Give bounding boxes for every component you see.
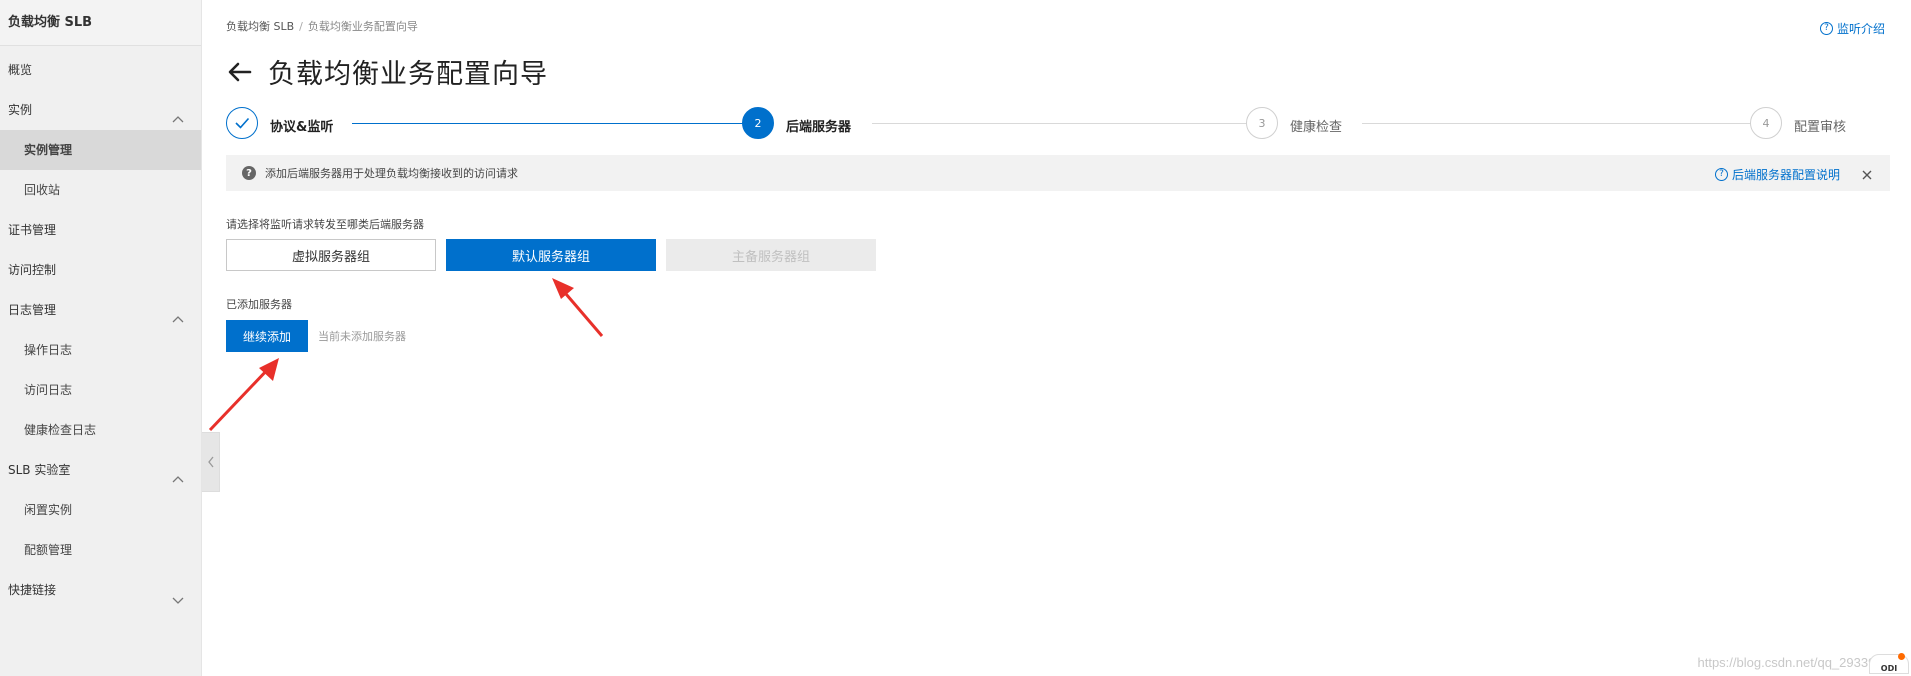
sidebar-item-label: 实例 <box>8 103 33 117</box>
sidebar: 负载均衡 SLB 概览 实例 实例管理 回收站 证书管理 访问控制 日志管理 操… <box>0 0 202 676</box>
sidebar-item-instance-management[interactable]: 实例管理 <box>0 130 201 170</box>
step-4-indicator: 4 <box>1750 107 1782 139</box>
empty-servers-text: 当前未添加服务器 <box>318 330 406 343</box>
sidebar-item-overview[interactable]: 概览 <box>0 50 201 90</box>
step-1-connector <box>352 123 750 124</box>
step-1-label: 协议&监听 <box>270 120 334 135</box>
step-1-check-icon <box>226 107 258 139</box>
page-header: 负载均衡业务配置向导 <box>226 52 548 91</box>
corner-badge: ODI <box>1869 653 1909 674</box>
close-icon[interactable] <box>1860 168 1874 182</box>
step-2-indicator: 2 <box>742 107 774 139</box>
sidebar-item-quick-links[interactable]: 快捷链接 <box>0 570 201 610</box>
info-notice: ? 添加后端服务器用于处理负载均衡接收到的访问请求 ? 后端服务器配置说明 <box>226 155 1890 191</box>
sidebar-item-log-management[interactable]: 日志管理 <box>0 290 201 330</box>
main-content: 负载均衡 SLB / 负载均衡业务配置向导 ? 监听介绍 负载均衡业务配置向导 协议… <box>226 0 1911 676</box>
breadcrumb-current: 负载均衡业务配置向导 <box>307 20 418 33</box>
chevron-up-icon[interactable] <box>171 463 185 483</box>
sidebar-item-idle-instances[interactable]: 闲置实例 <box>0 490 201 530</box>
step-3-connector <box>1362 123 1756 124</box>
notice-text: 添加后端服务器用于处理负载均衡接收到的访问请求 <box>265 167 518 180</box>
watermark: https://blog.csdn.net/qq_29339467 <box>1697 655 1898 670</box>
step-4-label: 配置审核 <box>1794 120 1847 135</box>
breadcrumb: 负载均衡 SLB / 负载均衡业务配置向导 <box>226 18 418 34</box>
notification-dot-icon <box>1898 653 1905 660</box>
step-2-label: 后端服务器 <box>786 120 852 135</box>
added-servers-label: 已添加服务器 <box>226 298 292 311</box>
breadcrumb-root[interactable]: 负载均衡 SLB <box>226 20 294 33</box>
help-icon: ? <box>1819 22 1833 35</box>
notice-link-label: 后端服务器配置说明 <box>1731 168 1840 182</box>
continue-add-button[interactable]: 继续添加 <box>226 320 308 352</box>
virtual-server-group-button[interactable]: 虚拟服务器组 <box>226 239 436 271</box>
step-3-label: 健康检查 <box>1290 120 1343 135</box>
question-icon: ? <box>242 166 256 180</box>
badge-label: ODI <box>1880 664 1898 673</box>
server-group-label: 请选择将监听请求转发至哪类后端服务器 <box>226 218 424 231</box>
notice-actions: ? 后端服务器配置说明 <box>1714 166 1874 183</box>
page-title: 负载均衡业务配置向导 <box>268 59 548 90</box>
sidebar-collapse-handle[interactable] <box>202 432 220 492</box>
sidebar-item-instances[interactable]: 实例 <box>0 90 201 130</box>
chevron-left-icon <box>207 456 214 468</box>
back-arrow-icon[interactable] <box>226 58 254 86</box>
sidebar-item-access-control[interactable]: 访问控制 <box>0 250 201 290</box>
sidebar-item-label: 日志管理 <box>8 303 57 317</box>
step-3-indicator: 3 <box>1246 107 1278 139</box>
sidebar-item-label: 快捷链接 <box>8 583 57 597</box>
sidebar-item-slb-lab[interactable]: SLB 实验室 <box>0 450 201 490</box>
chevron-up-icon[interactable] <box>171 303 185 323</box>
chevron-down-icon[interactable] <box>171 583 185 604</box>
backend-config-doc-link[interactable]: ? 后端服务器配置说明 <box>1714 166 1840 183</box>
step-2-connector <box>872 123 1252 124</box>
sidebar-item-operation-logs[interactable]: 操作日志 <box>0 330 201 370</box>
breadcrumb-separator: / <box>299 20 303 33</box>
sidebar-item-recycle-bin[interactable]: 回收站 <box>0 170 201 210</box>
master-slave-group-button: 主备服务器组 <box>666 239 876 271</box>
sidebar-item-quota-management[interactable]: 配额管理 <box>0 530 201 570</box>
sidebar-item-access-logs[interactable]: 访问日志 <box>0 370 201 410</box>
default-server-group-button[interactable]: 默认服务器组 <box>446 239 656 271</box>
listener-help-link[interactable]: ? 监听介绍 <box>1819 20 1885 37</box>
sidebar-item-health-check-logs[interactable]: 健康检查日志 <box>0 410 201 450</box>
sidebar-title: 负载均衡 SLB <box>0 0 201 46</box>
help-link-label: 监听介绍 <box>1836 22 1885 36</box>
wizard-steps: 协议&监听 2 后端服务器 3 健康检查 4 配置审核 <box>226 107 1863 139</box>
help-icon: ? <box>1714 168 1728 181</box>
sidebar-item-label: SLB 实验室 <box>8 463 71 477</box>
sidebar-item-certificates[interactable]: 证书管理 <box>0 210 201 250</box>
chevron-up-icon[interactable] <box>171 103 185 123</box>
